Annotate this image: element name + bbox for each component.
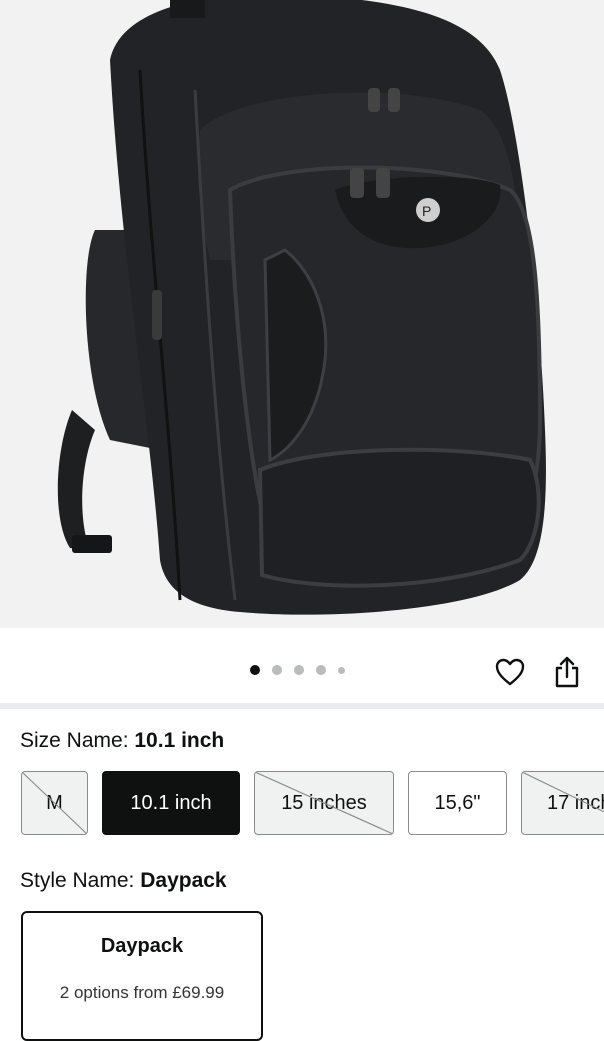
share-icon xyxy=(555,656,579,688)
favorite-button[interactable] xyxy=(490,652,530,692)
unavailable-strike xyxy=(522,772,604,813)
unavailable-strike xyxy=(255,772,393,834)
size-option-10-1-inch[interactable]: 10.1 inch xyxy=(102,771,240,835)
style-option-daypack[interactable]: Daypack 2 options from £69.99 xyxy=(21,911,263,1041)
size-option-15-6[interactable]: 15,6" xyxy=(408,771,507,835)
svg-text:P: P xyxy=(422,203,431,219)
carousel-dot[interactable] xyxy=(338,666,345,674)
carousel-dot[interactable] xyxy=(316,665,326,675)
unavailable-strike xyxy=(22,772,87,834)
size-option-15-inches[interactable]: 15 inches xyxy=(254,771,394,835)
style-option-price: 2 options from £69.99 xyxy=(59,983,225,1002)
carousel-dot[interactable] xyxy=(250,665,260,675)
size-option-17-inches[interactable]: 17 inches xyxy=(521,771,604,835)
style-option-title: Daypack xyxy=(100,935,184,957)
style-name-label: Style Name: Daypack xyxy=(20,869,227,892)
product-image[interactable]: P xyxy=(0,0,604,628)
selected-style: Daypack xyxy=(140,869,227,892)
backpack-image: P xyxy=(57,0,546,615)
selected-size: 10.1 inch xyxy=(134,729,225,752)
size-option-label: 10.1 inch xyxy=(130,791,212,814)
carousel-dot[interactable] xyxy=(272,665,282,675)
size-options: M 10.1 inch 15 inches 15,6" 17 inches xyxy=(0,771,604,837)
section-divider xyxy=(0,703,604,709)
heart-icon xyxy=(495,658,525,686)
carousel-dot[interactable] xyxy=(294,665,304,675)
size-option-label: 15,6" xyxy=(434,791,481,814)
carousel-dots[interactable] xyxy=(250,665,357,675)
size-name-label: Size Name: 10.1 inch xyxy=(20,729,225,752)
share-button[interactable] xyxy=(547,652,587,692)
size-option-m[interactable]: M xyxy=(21,771,88,835)
image-carousel-bar xyxy=(0,628,604,704)
